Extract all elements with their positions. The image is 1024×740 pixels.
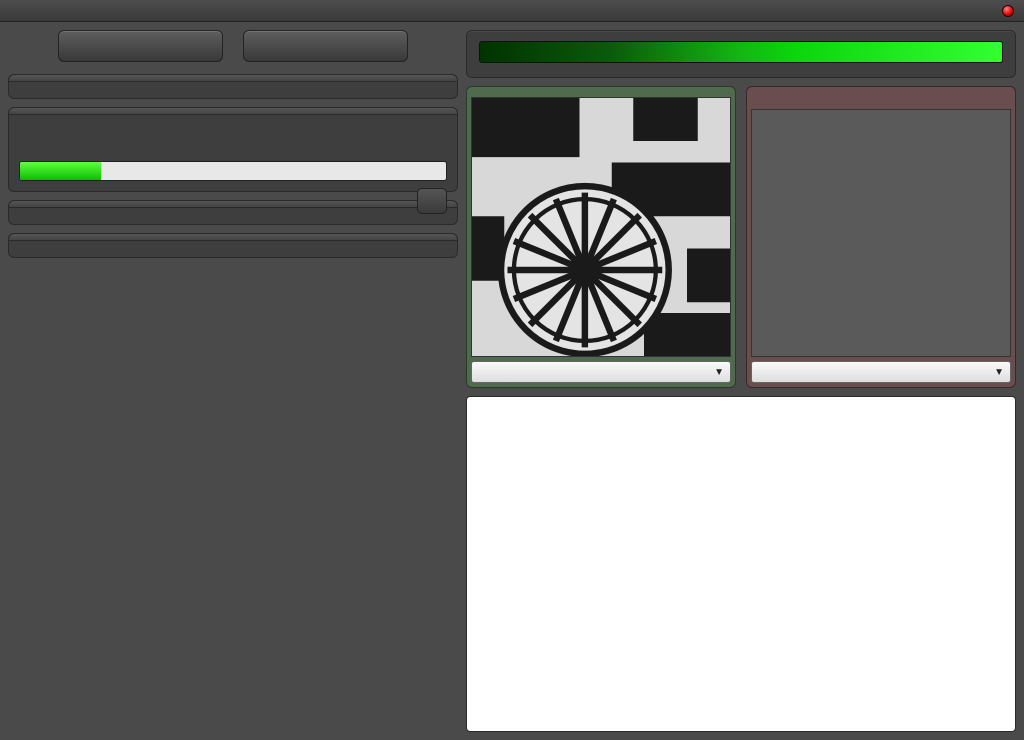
focus-target-icon (472, 98, 730, 356)
chevron-down-icon: ▼ (714, 367, 724, 378)
stop-button[interactable] (243, 30, 408, 62)
before-preview: ▼ (466, 86, 736, 388)
chevron-down-icon: ▼ (994, 367, 1004, 378)
expert-panel (8, 233, 458, 258)
test-info-header (9, 108, 457, 115)
afma-slider-panel (466, 30, 1016, 78)
results-header (9, 201, 457, 208)
expert-header (9, 234, 457, 241)
settings-status (996, 0, 1014, 22)
test-setup-panel (8, 74, 458, 99)
before-thumb (471, 97, 731, 357)
after-thumb (751, 109, 1011, 357)
afma-ticks (479, 63, 1003, 67)
target-setup-button[interactable] (58, 30, 223, 62)
focus-quality-chart (466, 396, 1016, 732)
progress-bar (19, 161, 447, 181)
save-report-button[interactable] (417, 188, 447, 214)
titlebar (0, 0, 1024, 22)
status-led-icon (1002, 5, 1014, 17)
before-dropdown[interactable]: ▼ (471, 361, 731, 383)
after-preview: . ▼ (746, 86, 1016, 388)
after-dropdown[interactable]: ▼ (751, 361, 1011, 383)
results-panel (8, 200, 458, 225)
test-info-panel (8, 107, 458, 192)
afma-slider[interactable] (479, 41, 1003, 63)
test-setup-header (9, 75, 457, 82)
